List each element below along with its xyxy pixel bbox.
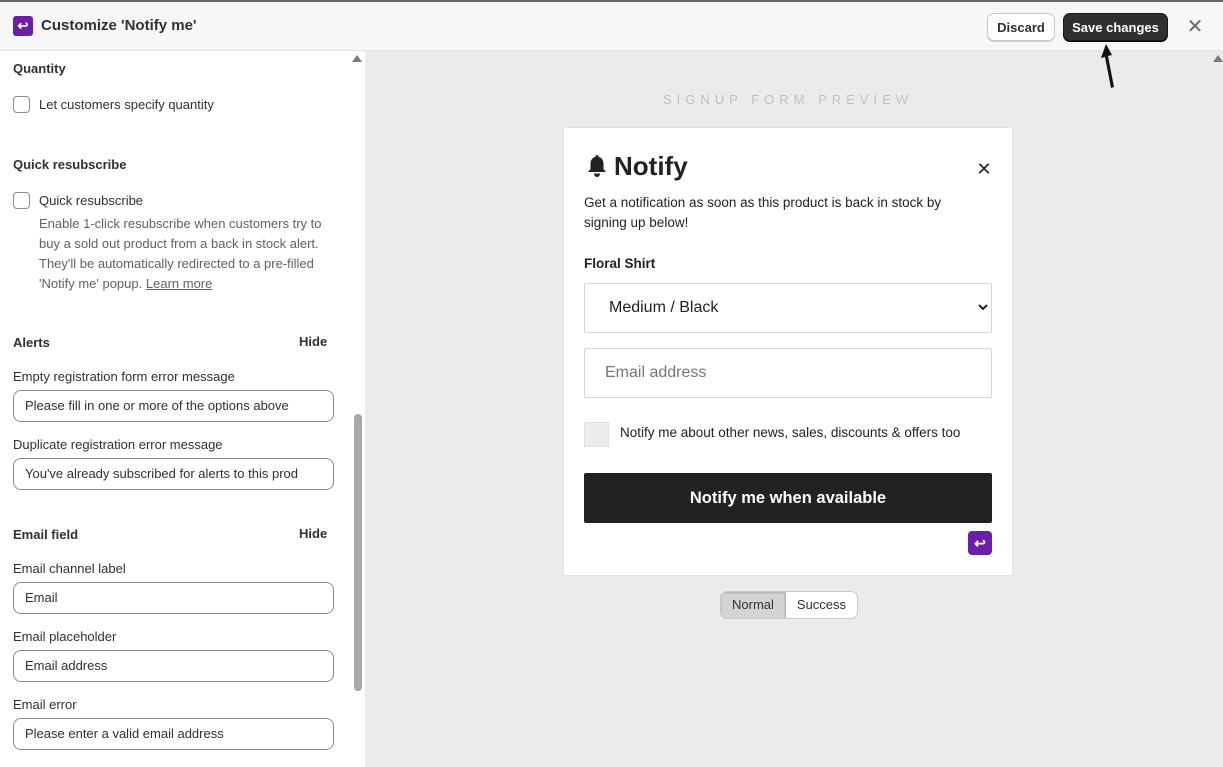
email-placeholder-label: Email placeholder: [13, 629, 117, 644]
quick-resubscribe-checkbox-label[interactable]: Quick resubscribe: [39, 193, 143, 208]
empty-error-label: Empty registration form error message: [13, 369, 235, 384]
preview-mode-toggle: Normal Success: [720, 591, 859, 619]
bell-icon: [588, 155, 606, 177]
form-close-icon[interactable]: ✕: [975, 160, 993, 178]
email-placeholder-input[interactable]: Email address: [13, 650, 334, 682]
email-channel-label-label: Email channel label: [13, 561, 126, 576]
duplicate-error-label: Duplicate registration error message: [13, 437, 223, 452]
marketing-optin-checkbox[interactable]: [584, 422, 609, 447]
product-name: Floral Shirt: [584, 256, 656, 271]
mode-success-button[interactable]: Success: [786, 592, 857, 618]
sidebar-scroll-up-icon[interactable]: [352, 55, 362, 62]
brand-badge-icon[interactable]: ↩: [968, 531, 992, 555]
quantity-checkbox-label[interactable]: Let customers specify quantity: [39, 97, 214, 112]
form-title: Notify: [614, 151, 688, 181]
sidebar-scrollbar[interactable]: [354, 414, 362, 691]
learn-more-link[interactable]: Learn more: [146, 276, 212, 291]
empty-error-input[interactable]: Please fill in one or more of the option…: [13, 390, 334, 422]
preview-heading: SIGNUP FORM PREVIEW: [662, 92, 914, 107]
quick-resubscribe-checkbox[interactable]: [13, 192, 30, 209]
notify-me-button[interactable]: Notify me when available: [584, 473, 992, 523]
variant-select[interactable]: Medium / Black: [584, 283, 992, 333]
email-error-label: Email error: [13, 697, 77, 712]
app-logo-icon: ↩: [13, 16, 33, 36]
alerts-section-title: Alerts: [13, 335, 50, 350]
top-bar: ↩ Customize 'Notify me' Discard Save cha…: [0, 0, 1223, 51]
save-changes-button[interactable]: Save changes: [1063, 13, 1168, 41]
alerts-hide-button[interactable]: Hide: [299, 334, 327, 349]
email-input-preview[interactable]: Email address: [584, 348, 992, 398]
quantity-checkbox[interactable]: [13, 96, 30, 113]
form-description: Get a notification as soon as this produ…: [584, 195, 942, 230]
quick-resubscribe-section-title: Quick resubscribe: [13, 157, 127, 172]
preview-scroll-up-icon[interactable]: [1213, 55, 1223, 62]
mouse-cursor-icon: [1101, 44, 1114, 88]
marketing-optin-label[interactable]: Notify me about other news, sales, disco…: [620, 425, 960, 440]
page-title: Customize 'Notify me': [41, 17, 197, 34]
mode-normal-button[interactable]: Normal: [721, 592, 786, 618]
email-field-hide-button[interactable]: Hide: [299, 526, 327, 541]
discard-button[interactable]: Discard: [987, 13, 1055, 41]
email-error-input[interactable]: Please enter a valid email address: [13, 718, 334, 750]
email-field-section-title: Email field: [13, 527, 79, 542]
close-icon[interactable]: ✕: [1184, 16, 1206, 38]
quantity-section-title: Quantity: [13, 61, 66, 76]
quick-resubscribe-help: Enable 1-click resubscribe when customer…: [39, 214, 339, 294]
chevron-down-icon: [978, 304, 988, 311]
email-channel-label-input[interactable]: Email: [13, 582, 334, 614]
duplicate-error-input[interactable]: You've already subscribed for alerts to …: [13, 458, 334, 490]
